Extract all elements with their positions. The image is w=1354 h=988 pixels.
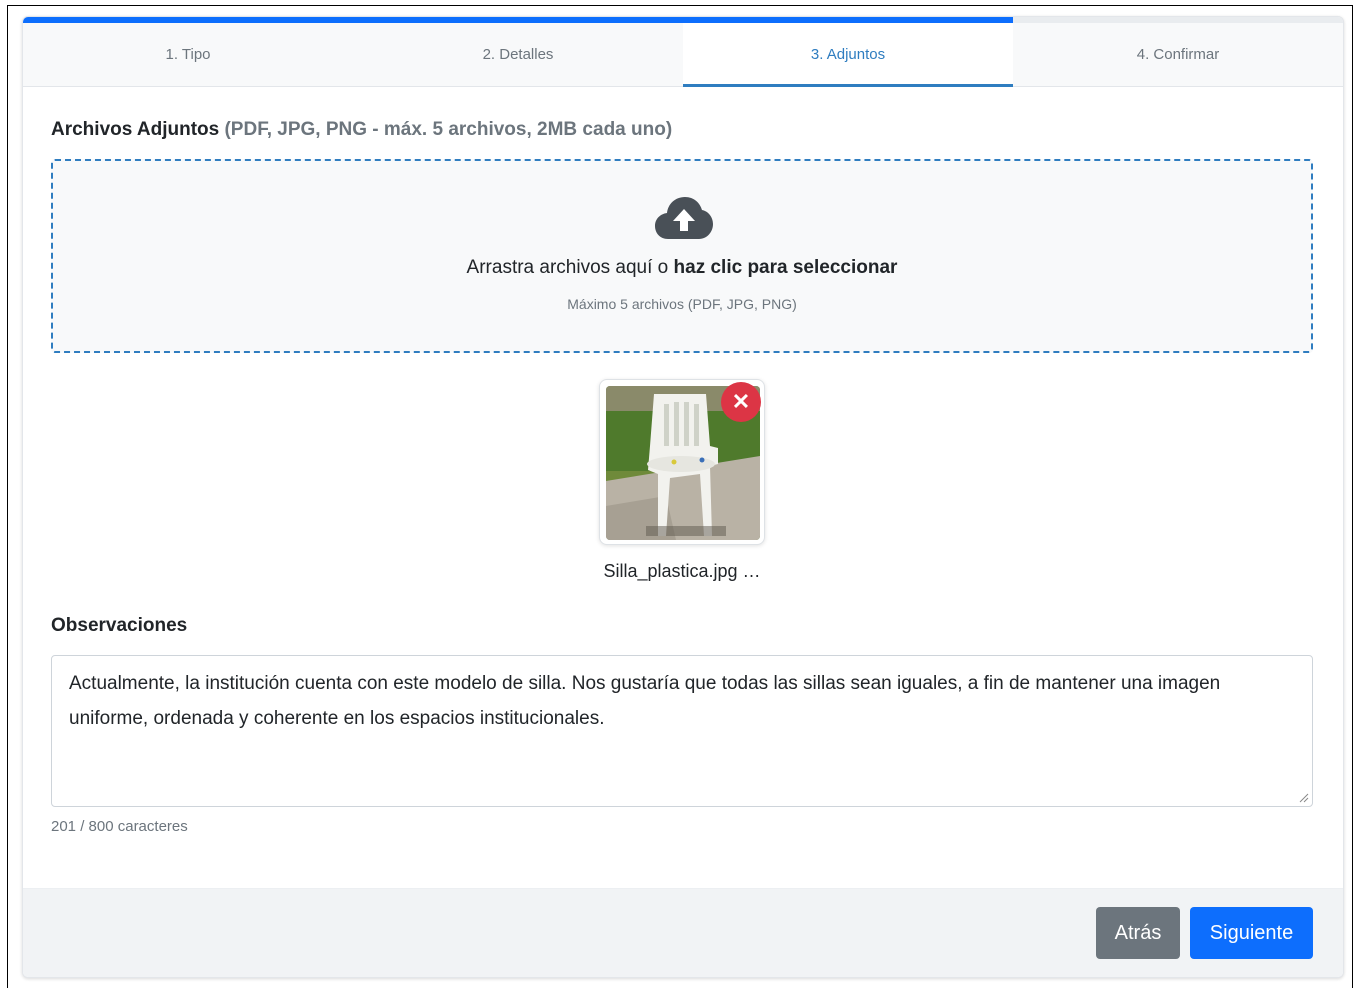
tab-confirmar[interactable]: 4. Confirmar <box>1013 23 1343 86</box>
cloud-upload-icon <box>655 197 713 239</box>
attachments-hint: (PDF, JPG, PNG - máx. 5 archivos, 2MB ca… <box>224 119 673 140</box>
tab-label: 4. Confirmar <box>1136 46 1220 63</box>
tab-detalles[interactable]: 2. Detalles <box>353 23 683 86</box>
file-name: Silla_plastica.jpg … <box>603 561 761 581</box>
file-dropzone[interactable]: Arrastra archivos aquí o haz clic para s… <box>51 159 1313 353</box>
tab-adjuntos[interactable]: 3. Adjuntos <box>683 23 1013 87</box>
dropzone-text: Arrastra archivos aquí o <box>466 257 669 278</box>
character-counter: 201 / 800 caracteres <box>51 818 188 835</box>
tab-label: 1. Tipo <box>165 46 211 63</box>
observations-label: Observaciones <box>51 615 188 636</box>
dropzone-subtext: Máximo 5 archivos (PDF, JPG, PNG) <box>567 296 797 312</box>
close-icon: ✕ <box>731 389 751 414</box>
wizard-steps: 1. Tipo 2. Detalles 3. Adjuntos 4. Confi… <box>23 23 1343 87</box>
attachments-title-text: Archivos Adjuntos <box>51 119 220 140</box>
next-button[interactable]: Siguiente <box>1190 907 1313 959</box>
wizard-card: 1. Tipo 2. Detalles 3. Adjuntos 4. Confi… <box>22 16 1344 978</box>
observations-text: Actualmente, la institución cuenta con e… <box>69 673 1221 729</box>
observations-textarea[interactable]: Actualmente, la institución cuenta con e… <box>51 655 1313 807</box>
back-button[interactable]: Atrás <box>1096 907 1180 959</box>
tab-tipo[interactable]: 1. Tipo <box>23 23 353 86</box>
tab-label: 2. Detalles <box>482 46 554 63</box>
resize-grip-icon[interactable] <box>1299 793 1309 803</box>
remove-file-button[interactable]: ✕ <box>721 382 761 422</box>
dropzone-select-link[interactable]: haz clic para seleccionar <box>674 257 898 278</box>
dropzone-instructions: Arrastra archivos aquí o haz clic para s… <box>53 257 1311 279</box>
wizard-footer: Atrás Siguiente <box>23 888 1343 977</box>
tab-label: 3. Adjuntos <box>810 46 886 63</box>
attachments-title: Archivos Adjuntos (PDF, JPG, PNG - máx. … <box>51 119 672 141</box>
